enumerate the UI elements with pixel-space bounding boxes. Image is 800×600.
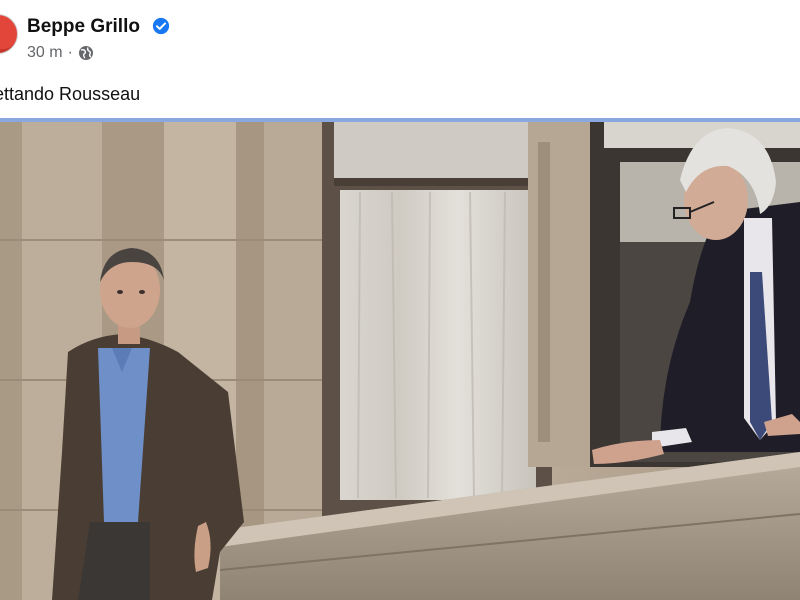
post-image[interactable] (0, 122, 800, 600)
window-curtain (340, 190, 536, 500)
photo-scene (0, 122, 800, 600)
author-avatar[interactable] (0, 14, 18, 54)
post-meta: 30 m · (27, 44, 94, 62)
post-header: Beppe Grillo 30 m · ettando Rousseau (0, 0, 800, 122)
post-text: ettando Rousseau (0, 84, 141, 104)
verified-badge-icon (152, 17, 170, 35)
author-name[interactable]: Beppe Grillo (27, 16, 140, 38)
meta-separator: · (67, 44, 73, 61)
globe-icon[interactable] (78, 45, 94, 61)
post-timestamp[interactable]: 30 m (27, 44, 63, 62)
